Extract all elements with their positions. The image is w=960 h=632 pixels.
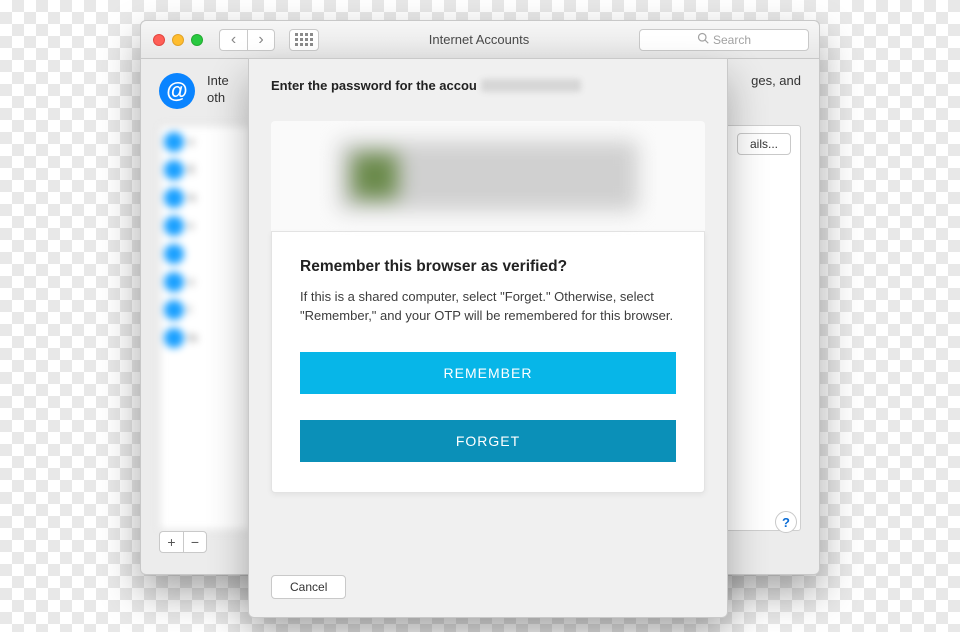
account-icon bbox=[164, 132, 184, 152]
back-button[interactable]: ‹ bbox=[219, 29, 247, 51]
add-account-button[interactable]: + bbox=[159, 531, 183, 553]
remember-button[interactable]: REMEMBER bbox=[300, 352, 676, 394]
sheet-footer: Cancel bbox=[249, 561, 727, 617]
close-window-button[interactable] bbox=[153, 34, 165, 46]
intro-text-right: ges, and bbox=[751, 73, 801, 90]
card-body: If this is a shared computer, select "Fo… bbox=[300, 288, 676, 326]
forward-button[interactable]: › bbox=[247, 29, 275, 51]
help-button[interactable]: ? bbox=[775, 511, 797, 533]
search-placeholder: Search bbox=[713, 33, 751, 47]
list-item[interactable]: t bbox=[164, 300, 246, 320]
redacted-account-name bbox=[481, 79, 581, 92]
sheet-header: Enter the password for the accou bbox=[249, 59, 727, 103]
forget-button[interactable]: FORGET bbox=[300, 420, 676, 462]
account-icon bbox=[164, 272, 184, 292]
nav-back-forward: ‹ › bbox=[219, 29, 275, 51]
list-item[interactable]: s bbox=[164, 216, 246, 236]
chevron-left-icon: ‹ bbox=[231, 31, 236, 49]
account-icon bbox=[164, 328, 184, 348]
account-icon bbox=[164, 216, 184, 236]
show-all-button[interactable] bbox=[289, 29, 319, 51]
auth-sheet: Enter the password for the accou Remembe… bbox=[248, 58, 728, 618]
account-icon bbox=[164, 300, 184, 320]
search-input[interactable]: Search bbox=[639, 29, 809, 51]
sidebar-add-remove: + − bbox=[159, 531, 207, 553]
account-icon bbox=[164, 160, 184, 180]
accounts-sidebar: u E is s u t ta bbox=[159, 125, 251, 531]
verification-card: Remember this browser as verified? If th… bbox=[271, 231, 705, 493]
card-heading: Remember this browser as verified? bbox=[300, 258, 676, 276]
chevron-right-icon: › bbox=[258, 31, 263, 49]
details-button[interactable]: ails... bbox=[737, 133, 791, 155]
titlebar: ‹ › Internet Accounts Search bbox=[141, 21, 819, 59]
list-item[interactable]: is bbox=[164, 188, 246, 208]
provider-logo-blurred bbox=[338, 141, 638, 211]
list-item[interactable]: ta bbox=[164, 328, 246, 348]
grid-icon bbox=[295, 33, 313, 46]
sheet-title: Enter the password for the accou bbox=[271, 78, 477, 93]
internet-accounts-icon: @ bbox=[159, 73, 195, 109]
account-icon bbox=[164, 244, 184, 264]
account-icon bbox=[164, 188, 184, 208]
window-title: Internet Accounts bbox=[327, 32, 631, 47]
list-item[interactable] bbox=[164, 244, 246, 264]
list-item[interactable]: u bbox=[164, 132, 246, 152]
minimize-window-button[interactable] bbox=[172, 34, 184, 46]
list-item[interactable]: u bbox=[164, 272, 246, 292]
search-icon bbox=[697, 32, 709, 47]
remove-account-button[interactable]: − bbox=[183, 531, 207, 553]
window-controls bbox=[153, 34, 203, 46]
provider-logo-area bbox=[271, 121, 705, 231]
intro-text-left: Inte oth bbox=[207, 73, 229, 107]
cancel-button[interactable]: Cancel bbox=[271, 575, 346, 599]
zoom-window-button[interactable] bbox=[191, 34, 203, 46]
list-item[interactable]: E bbox=[164, 160, 246, 180]
